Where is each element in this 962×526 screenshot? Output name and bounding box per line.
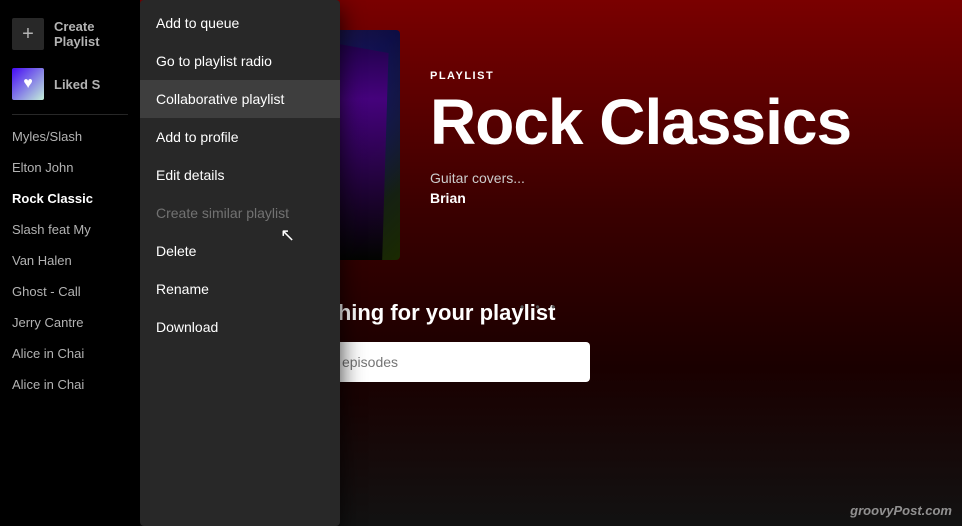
sidebar-item-myles-slash[interactable]: Myles/Slash: [0, 121, 140, 152]
context-menu-add-to-profile[interactable]: Add to profile: [140, 118, 340, 156]
playlist-type-label: PLAYLIST: [430, 70, 932, 82]
context-menu-create-similar: Create similar playlist: [140, 194, 340, 232]
create-playlist-label: Create Playlist: [54, 19, 128, 49]
liked-songs-button[interactable]: ♥ Liked S: [0, 60, 140, 108]
context-menu-edit-details[interactable]: Edit details: [140, 156, 340, 194]
sidebar-item-ghost-call[interactable]: Ghost - Call: [0, 276, 140, 307]
context-menu: Add to queue Go to playlist radio Collab…: [140, 0, 340, 526]
sidebar-item-alice2[interactable]: Alice in Chai: [0, 369, 140, 400]
sidebar-divider: [12, 114, 128, 115]
context-menu-go-to-radio[interactable]: Go to playlist radio: [140, 42, 340, 80]
liked-songs-label: Liked S: [54, 77, 100, 92]
context-menu-delete[interactable]: Delete: [140, 232, 340, 270]
sidebar-item-slash-feat[interactable]: Slash feat My: [0, 214, 140, 245]
sidebar: + Create Playlist ♥ Liked S Myles/Slash …: [0, 0, 140, 526]
context-menu-rename[interactable]: Rename: [140, 270, 340, 308]
playlist-owner: Brian: [430, 190, 932, 206]
sidebar-item-van-halen[interactable]: Van Halen: [0, 245, 140, 276]
playlist-info: PLAYLIST Rock Classics Guitar covers... …: [430, 30, 932, 206]
watermark: groovyPost.com: [850, 503, 952, 518]
sidebar-item-alice1[interactable]: Alice in Chai: [0, 338, 140, 369]
context-menu-add-to-queue[interactable]: Add to queue: [140, 4, 340, 42]
playlist-description: Guitar covers...: [430, 170, 932, 186]
context-menu-download[interactable]: Download: [140, 308, 340, 346]
create-playlist-button[interactable]: + Create Playlist: [0, 8, 140, 60]
sidebar-item-jerry-cantre[interactable]: Jerry Cantre: [0, 307, 140, 338]
sidebar-item-elton-john[interactable]: Elton John: [0, 152, 140, 183]
context-menu-collaborative[interactable]: Collaborative playlist: [140, 80, 340, 118]
heart-icon: ♥: [12, 68, 44, 100]
dots-decoration: • • •: [520, 300, 559, 314]
sidebar-item-rock-classics[interactable]: Rock Classic: [0, 183, 140, 214]
playlist-title: Rock Classics: [430, 90, 932, 154]
plus-icon: +: [12, 18, 44, 50]
